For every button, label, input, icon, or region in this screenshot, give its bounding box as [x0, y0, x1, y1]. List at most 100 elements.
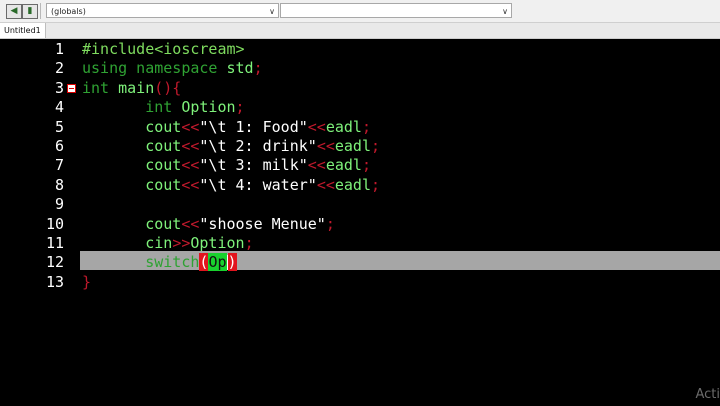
code-token: int	[145, 98, 182, 117]
bookmark-icon[interactable]: ▮	[22, 4, 38, 19]
line-number: 2	[54, 59, 64, 78]
code-token: eadl	[325, 156, 362, 175]
code-text: cout<<"\t 4: water"<<eadl;	[82, 176, 380, 195]
code-editor[interactable]: 1 #include<ioscream> 2 using namespace std;…	[0, 39, 720, 406]
code-token: eadl	[325, 117, 362, 136]
code-token: ;	[361, 117, 371, 136]
tab-untitled1[interactable]: Untitled1	[0, 23, 46, 38]
toolbar-separator	[40, 3, 41, 19]
activate-windows-watermark: Acti	[695, 387, 720, 402]
code-token: cout	[145, 214, 182, 233]
line-number: 7	[54, 156, 64, 175]
code-token: >>	[172, 234, 191, 252]
code-text: }	[82, 273, 91, 292]
globals-combo[interactable]: (globals) ∨	[46, 3, 279, 18]
code-token: <<	[181, 117, 200, 136]
code-token: ;	[371, 175, 381, 194]
code-token: ;	[253, 59, 263, 78]
line-number: 6	[54, 137, 64, 155]
code-text: cout<<"\t 1: Food"<<eadl;	[82, 118, 371, 137]
code-token: "\t 1: Food"	[199, 117, 308, 136]
line-number: 11	[45, 234, 64, 252]
code-token: cout	[145, 137, 182, 155]
code-token: cout	[145, 175, 182, 194]
code-line[interactable]: 13}	[0, 273, 720, 292]
code-token: ;	[361, 156, 371, 175]
code-token: cout	[145, 117, 182, 136]
code-token: <<	[181, 137, 200, 155]
code-text: using namespace std;	[82, 59, 263, 78]
code-token: cin	[145, 234, 173, 252]
code-line[interactable]: 9	[0, 195, 720, 214]
line-number: 10	[45, 214, 64, 233]
chevron-down-icon: ∨	[502, 7, 508, 16]
code-text: cout<<"\t 3: milk"<<eadl;	[82, 156, 371, 175]
code-token: <<	[307, 156, 326, 175]
line-number: 8	[54, 175, 64, 194]
tab-bar: Untitled1	[0, 23, 720, 39]
line-number: 5	[54, 117, 64, 136]
line-number: 9	[54, 195, 64, 214]
code-token: #include<ioscream>	[82, 40, 245, 58]
code-token: main	[118, 78, 155, 97]
code-line[interactable]: 10 cout<<"shoose Menue";	[0, 215, 720, 234]
toolbar: ◀ ▮ (globals) ∨ ∨	[0, 0, 720, 23]
code-token: "shoose Menue"	[199, 214, 326, 233]
code-token: cout	[145, 156, 182, 175]
line-number: 3	[54, 78, 64, 97]
code-line[interactable]: 5 cout<<"\t 1: Food"<<eadl;	[0, 118, 720, 137]
code-token: <<	[181, 156, 200, 175]
code-token: <<	[181, 214, 200, 233]
code-text: cin>>Option;	[82, 234, 253, 253]
code-line[interactable]: 1 #include<ioscream>	[0, 40, 720, 59]
code-token: switch	[145, 253, 200, 272]
code-line[interactable]: 2 using namespace std;	[0, 59, 720, 78]
line-number: 1	[54, 40, 64, 58]
code-token: "\t 3: milk"	[199, 156, 308, 175]
code-token: (){	[154, 78, 182, 97]
line-number: 12	[45, 253, 64, 272]
code-token: "\t 4: water"	[199, 175, 317, 194]
code-text: int main(){	[82, 79, 181, 98]
code-text: cout<<"\t 2: drink"<<eadl;	[82, 137, 380, 156]
code-token: using namespace	[82, 59, 227, 78]
back-arrow-icon[interactable]: ◀	[6, 4, 22, 19]
code-line[interactable]: 7 cout<<"\t 3: milk"<<eadl;	[0, 156, 720, 175]
code-token: }	[82, 272, 92, 291]
function-combo[interactable]: ∨	[280, 3, 512, 18]
code-text: switch(Op)	[82, 253, 237, 272]
code-token: <<	[307, 117, 326, 136]
chevron-down-icon: ∨	[269, 7, 275, 16]
code-token: Option	[181, 98, 236, 117]
code-token: Option	[190, 234, 245, 252]
code-token: )	[227, 253, 237, 272]
code-token: Op	[208, 253, 227, 272]
line-number: 13	[45, 272, 64, 291]
globals-combo-label: (globals)	[51, 7, 86, 16]
code-token: <<	[316, 175, 335, 194]
code-line[interactable]: 11 cin>>Option;	[0, 234, 720, 253]
code-token: std	[226, 59, 254, 78]
code-text: #include<ioscream>	[82, 40, 245, 59]
code-line[interactable]: 4 int Option;	[0, 98, 720, 117]
code-text: int Option;	[82, 98, 244, 117]
code-line[interactable]: 8 cout<<"\t 4: water"<<eadl;	[0, 176, 720, 195]
code-token: "\t 2: drink"	[199, 137, 317, 155]
code-text: cout<<"shoose Menue";	[82, 215, 335, 234]
code-line[interactable]: 12 switch(Op)	[0, 253, 720, 272]
line-number: 4	[54, 98, 64, 117]
fold-toggle-icon[interactable]	[67, 83, 76, 93]
code-token: eadl	[334, 175, 371, 194]
code-line[interactable]: 3 int main(){	[0, 79, 720, 98]
code-token: ;	[325, 214, 335, 233]
code-line[interactable]: 6 cout<<"\t 2: drink"<<eadl;	[0, 137, 720, 156]
code-token: <<	[316, 137, 335, 155]
code-token: <<	[181, 175, 200, 194]
